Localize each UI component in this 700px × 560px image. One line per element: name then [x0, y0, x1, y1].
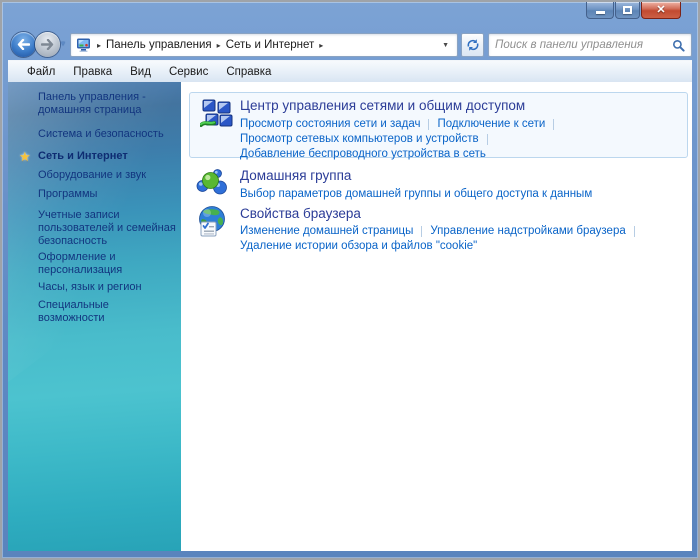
- maximize-icon: [623, 6, 632, 14]
- sidebar-item-network-internet[interactable]: Сеть и Интернет: [38, 150, 178, 163]
- close-icon: ✕: [656, 5, 665, 16]
- window-controls: ✕: [586, 2, 681, 19]
- menu-edit[interactable]: Правка: [64, 63, 121, 81]
- forward-arrow-icon: [41, 39, 54, 50]
- link-separator: [428, 119, 429, 130]
- address-bar[interactable]: ▸ Панель управления ▸ Сеть и Интернет ▸ …: [70, 33, 458, 57]
- breadcrumb-control-panel[interactable]: Панель управления: [106, 39, 212, 51]
- link-add-wireless-device[interactable]: Добавление беспроводного устройства в се…: [240, 148, 486, 160]
- link-separator: [553, 119, 554, 130]
- menu-file[interactable]: Файл: [18, 63, 64, 81]
- sidebar-item-clock-language[interactable]: Часы, язык и регион: [38, 281, 178, 294]
- breadcrumb-arrow-icon: ▸: [97, 41, 101, 50]
- close-button[interactable]: ✕: [641, 2, 681, 19]
- back-button[interactable]: [11, 32, 36, 57]
- link-view-network-status[interactable]: Просмотр состояния сети и задач: [240, 118, 420, 130]
- recent-pages-chevron-icon[interactable]: ▾: [61, 39, 65, 48]
- maximize-button[interactable]: [615, 2, 640, 19]
- address-dropdown-icon[interactable]: ▼: [439, 42, 452, 49]
- titlebar: ✕: [2, 2, 698, 30]
- client-area: Панель управления - домашняя страница Си…: [8, 82, 692, 551]
- back-arrow-icon: [17, 39, 30, 50]
- sidebar-item-programs[interactable]: Программы: [38, 188, 178, 201]
- sidebar-item-user-accounts[interactable]: Учетные записи пользователей и семейная …: [38, 209, 178, 248]
- search-box[interactable]: [488, 33, 692, 57]
- refresh-button[interactable]: [461, 33, 484, 57]
- window: ✕ ▾ ▸ Панель: [0, 0, 700, 560]
- forward-button[interactable]: [35, 32, 60, 57]
- link-view-network-computers[interactable]: Просмотр сетевых компьютеров и устройств: [240, 133, 479, 145]
- star-icon: ★: [19, 150, 31, 163]
- menu-help[interactable]: Справка: [217, 63, 280, 81]
- network-icon[interactable]: [200, 99, 233, 132]
- sidebar-item-system-security[interactable]: Система и безопасность: [38, 128, 178, 141]
- breadcrumb-arrow-icon: ▸: [319, 41, 323, 50]
- toolbar: ▾ ▸ Панель управления ▸ Сеть и Интернет …: [2, 30, 698, 60]
- sidebar: Панель управления - домашняя страница Си…: [8, 82, 181, 551]
- breadcrumb-network-internet[interactable]: Сеть и Интернет: [226, 39, 315, 51]
- homegroup-icon[interactable]: [196, 168, 227, 199]
- breadcrumb-arrow-icon: ▸: [217, 41, 221, 50]
- refresh-icon: [466, 38, 480, 52]
- sidebar-item-ease-of-access[interactable]: Специальные возможности: [38, 299, 178, 325]
- link-separator: [421, 226, 422, 237]
- browser-icon[interactable]: [195, 205, 230, 240]
- link-change-homepage[interactable]: Изменение домашней страницы: [240, 225, 413, 237]
- minimize-button[interactable]: [586, 2, 614, 19]
- link-delete-history-cookies[interactable]: Удаление истории обзора и файлов "cookie…: [240, 240, 477, 252]
- homegroup-section-title[interactable]: Домашняя группа: [240, 168, 351, 183]
- browser-section-title[interactable]: Свойства браузера: [240, 206, 361, 221]
- menu-tools[interactable]: Сервис: [160, 63, 217, 81]
- menu-bar: Файл Правка Вид Сервис Справка: [8, 60, 692, 82]
- menu-view[interactable]: Вид: [121, 63, 160, 81]
- control-panel-icon: [76, 37, 92, 53]
- sidebar-item-hardware-sound[interactable]: Оборудование и звук: [38, 169, 178, 182]
- link-separator: [487, 134, 488, 145]
- network-section-title[interactable]: Центр управления сетями и общим доступом: [240, 98, 525, 113]
- minimize-icon: [596, 11, 605, 14]
- sidebar-item-home[interactable]: Панель управления - домашняя страница: [38, 91, 178, 117]
- search-icon: [672, 39, 685, 52]
- link-homegroup-options[interactable]: Выбор параметров домашней группы и общег…: [240, 188, 592, 200]
- link-separator: [634, 226, 635, 237]
- main-panel: Центр управления сетями и общим доступом…: [181, 82, 692, 551]
- link-connect-to-network[interactable]: Подключение к сети: [437, 118, 545, 130]
- sidebar-item-appearance[interactable]: Оформление и персонализация: [38, 251, 178, 277]
- link-manage-addons[interactable]: Управление надстройками браузера: [430, 225, 625, 237]
- search-input[interactable]: [495, 39, 672, 51]
